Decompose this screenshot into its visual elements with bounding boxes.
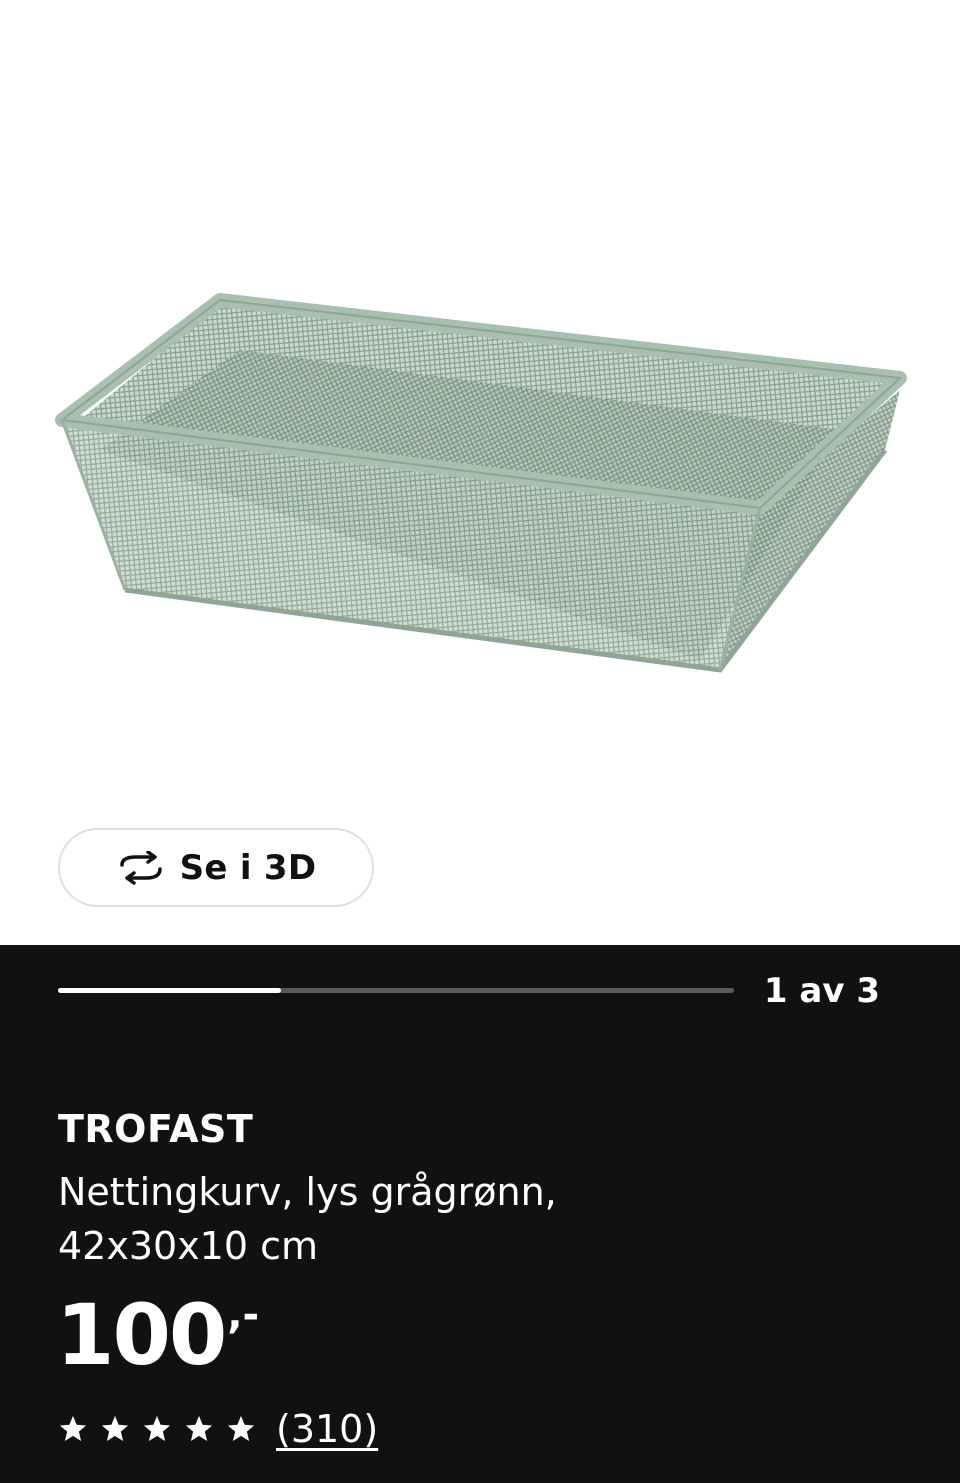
product-rating[interactable]: (310) <box>58 1407 378 1451</box>
rating-stars <box>58 1414 256 1444</box>
rotate-3d-icon <box>119 850 162 885</box>
star-icon <box>227 1415 255 1441</box>
star-icon <box>143 1415 171 1441</box>
product-image-area[interactable]: Se i 3D <box>0 0 960 945</box>
image-progress-fill <box>58 988 282 993</box>
price-main: 100 <box>56 1286 227 1384</box>
product-image <box>55 293 907 673</box>
review-count-link[interactable]: (310) <box>276 1407 378 1451</box>
product-price: 100 ,- <box>56 1290 259 1380</box>
star-icon <box>59 1415 87 1441</box>
view-3d-button[interactable]: Se i 3D <box>58 828 374 907</box>
product-description: Nettingkurv, lys grågrønn, 42x30x10 cm <box>58 1165 878 1273</box>
product-info-panel: 1 av 3 TROFAST Nettingkurv, lys grågrønn… <box>0 945 960 1483</box>
star-icon <box>185 1415 213 1441</box>
product-description-line2: 42x30x10 cm <box>58 1224 319 1268</box>
price-suffix: ,- <box>227 1292 260 1338</box>
product-brand: TROFAST <box>58 1107 254 1151</box>
image-page-indicator: 1 av 3 <box>763 971 880 1011</box>
image-progress-bar <box>58 988 734 993</box>
view-3d-label: Se i 3D <box>179 847 317 888</box>
star-icon <box>101 1415 129 1441</box>
product-description-line1: Nettingkurv, lys grågrønn, <box>58 1170 557 1214</box>
